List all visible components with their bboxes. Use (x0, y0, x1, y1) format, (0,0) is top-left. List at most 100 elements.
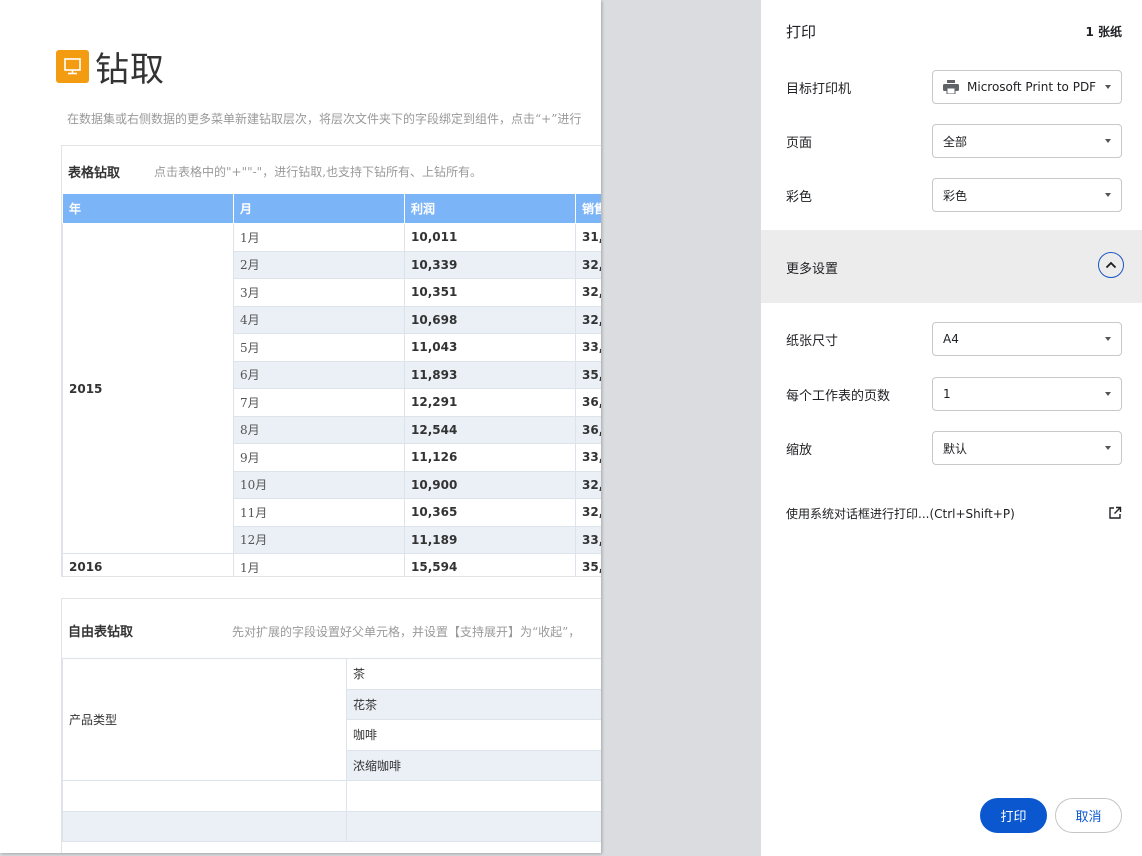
month-cell[interactable]: 4月 (233, 305, 405, 334)
table-header-row: 年 月 利润 销售 (62, 194, 601, 224)
more-settings-label: 更多设置 (786, 262, 839, 277)
scale-select[interactable]: 默认 (932, 431, 1122, 465)
print-preview-page: 钻取 在数据集或右侧数据的更多菜单新建钻取层次，将层次文件夹下的字段绑定到组件，… (0, 0, 601, 853)
system-dialog-label[interactable]: 使用系统对话框进行打印...(Ctrl+Shift+P) (786, 505, 1015, 522)
sales-cell: 32,0 (575, 250, 601, 279)
paper-size-select[interactable]: A4 (932, 322, 1122, 356)
profit-cell: 11,189 (404, 525, 576, 554)
page-title: 钻取 (95, 49, 165, 90)
printer-value: Microsoft Print to PDF (967, 80, 1097, 94)
panel-header: 打印 1 张纸 (786, 20, 1122, 42)
profit-cell: 10,351 (404, 278, 576, 307)
chevron-down-icon (1105, 85, 1111, 89)
chevron-down-icon (1105, 139, 1111, 143)
sales-cell: 32,0 (575, 498, 601, 527)
section-title: 自由表钻取 (68, 625, 134, 640)
empty-cell (62, 780, 347, 812)
sheet-count: 1 张纸 (1085, 24, 1122, 39)
sales-cell: 32,2 (575, 278, 601, 307)
drill-table: 年 月 利润 销售 2015 1月 10,011 31,5 2月 10,339 … (62, 194, 601, 576)
month-cell[interactable]: 3月 (233, 278, 405, 307)
print-settings-panel: 打印 1 张纸 目标打印机 Microsoft Print to PDF 页面 … (761, 0, 1142, 856)
column-header[interactable]: 销售 (575, 194, 601, 224)
paper-size-value: A4 (943, 332, 959, 346)
system-dialog-link[interactable]: 使用系统对话框进行打印...(Ctrl+Shift+P) (786, 502, 1122, 524)
year-cell[interactable]: 2015 (62, 223, 234, 554)
table-row: 2016 1月 15,594 35,3 (62, 553, 601, 576)
pages-value: 全部 (943, 134, 968, 149)
profit-cell: 10,900 (404, 470, 576, 499)
pages-label: 页面 (786, 135, 813, 151)
collapse-button[interactable] (1098, 252, 1124, 278)
month-cell[interactable]: 7月 (233, 388, 405, 417)
sales-cell: 35,3 (575, 553, 601, 576)
profit-cell: 10,011 (404, 223, 576, 252)
pages-select[interactable]: 全部 (932, 124, 1122, 158)
report-header: 钻取 (56, 46, 165, 90)
panel-title: 打印 (786, 22, 817, 41)
cancel-button[interactable]: 取消 (1055, 798, 1122, 833)
profit-cell: 11,043 (404, 333, 576, 362)
color-value: 彩色 (943, 188, 968, 203)
section-title: 表格钻取 (68, 166, 121, 181)
item-cell[interactable]: 茶 (346, 658, 601, 690)
profit-cell: 15,594 (404, 553, 576, 576)
scale-row: 缩放 默认 (786, 431, 1122, 465)
profit-cell: 10,698 (404, 305, 576, 334)
printer-label: 目标打印机 (786, 81, 852, 97)
empty-cell (62, 810, 347, 842)
month-cell[interactable]: 6月 (233, 360, 405, 389)
profit-cell: 11,126 (404, 443, 576, 472)
month-cell[interactable]: 1月 (233, 223, 405, 252)
pages-per-sheet-select[interactable]: 1 (932, 377, 1122, 411)
scale-label: 缩放 (786, 442, 813, 458)
color-row: 彩色 彩色 (786, 178, 1122, 212)
sales-cell: 32,9 (575, 305, 601, 334)
month-cell[interactable]: 1月 (233, 553, 405, 576)
external-link-icon[interactable] (1108, 506, 1122, 520)
column-header[interactable]: 月 (233, 194, 405, 224)
column-header[interactable]: 年 (62, 194, 234, 224)
month-cell[interactable]: 10月 (233, 470, 405, 499)
sales-cell: 36,0 (575, 415, 601, 444)
page-description: 在数据集或右侧数据的更多菜单新建钻取层次，将层次文件夹下的字段绑定到组件，点击“… (67, 112, 582, 126)
profit-cell: 12,544 (404, 415, 576, 444)
table-row (62, 780, 601, 812)
item-cell[interactable]: 浓缩咖啡 (346, 749, 601, 781)
sales-cell: 33,0 (575, 443, 601, 472)
column-header[interactable]: 利润 (404, 194, 576, 224)
paper-size-row: 纸张尺寸 A4 (786, 322, 1122, 356)
empty-cell (346, 810, 601, 842)
month-cell[interactable]: 8月 (233, 415, 405, 444)
more-settings-toggle[interactable]: 更多设置 (761, 230, 1142, 303)
month-cell[interactable]: 2月 (233, 250, 405, 279)
year-cell[interactable]: 2016 (62, 553, 234, 576)
month-cell[interactable]: 12月 (233, 525, 405, 554)
printer-icon (943, 80, 959, 94)
category-cell[interactable]: 产品类型 (62, 658, 347, 781)
paper-size-label: 纸张尺寸 (786, 333, 839, 349)
month-cell[interactable]: 11月 (233, 498, 405, 527)
profit-cell: 10,339 (404, 250, 576, 279)
item-cell[interactable]: 咖啡 (346, 719, 601, 751)
sales-cell: 33,3 (575, 525, 601, 554)
month-cell[interactable]: 9月 (233, 443, 405, 472)
sales-cell: 32,8 (575, 470, 601, 499)
chevron-down-icon (1105, 392, 1111, 396)
print-button[interactable]: 打印 (980, 798, 1047, 833)
item-cell[interactable]: 花茶 (346, 688, 601, 720)
chevron-down-icon (1105, 193, 1111, 197)
printer-select[interactable]: Microsoft Print to PDF (932, 70, 1122, 104)
month-cell[interactable]: 5月 (233, 333, 405, 362)
scale-value: 默认 (943, 441, 968, 456)
section-description: 点击表格中的"+""-"，进行钻取,也支持下钻所有、上钻所有。 (154, 165, 483, 179)
chevron-down-icon (1105, 337, 1111, 341)
profit-cell: 11,893 (404, 360, 576, 389)
pages-row: 页面 全部 (786, 124, 1122, 158)
color-label: 彩色 (786, 189, 813, 205)
profit-cell: 12,291 (404, 388, 576, 417)
pages-per-sheet-label: 每个工作表的页数 (786, 388, 891, 404)
color-select[interactable]: 彩色 (932, 178, 1122, 212)
report-icon (56, 49, 89, 83)
table-row (62, 810, 601, 842)
